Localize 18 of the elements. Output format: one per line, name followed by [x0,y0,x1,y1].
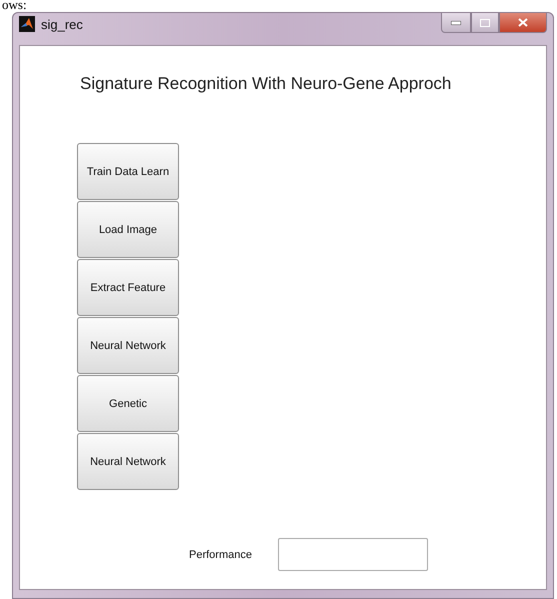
window-title: sig_rec [41,16,83,32]
close-icon [518,18,528,27]
action-button[interactable]: Extract Feature [77,259,179,316]
action-button[interactable]: Load Image [77,201,179,258]
minimize-button[interactable] [441,13,471,33]
maximize-button[interactable] [471,13,499,33]
performance-field[interactable] [278,538,428,571]
maximize-icon [480,18,490,26]
action-button[interactable]: Train Data Learn [77,143,179,200]
action-button[interactable]: Genetic [77,375,179,432]
action-button[interactable]: Neural Network [77,433,179,490]
close-button[interactable] [499,13,547,33]
heading: Signature Recognition With Neuro-Gene Approch [79,74,452,94]
performance-label: Performance [189,548,252,560]
action-button[interactable]: Neural Network [77,317,179,374]
document-text: ows: [1,0,28,12]
minimize-icon [451,20,461,24]
app-logo-icon [19,16,35,32]
